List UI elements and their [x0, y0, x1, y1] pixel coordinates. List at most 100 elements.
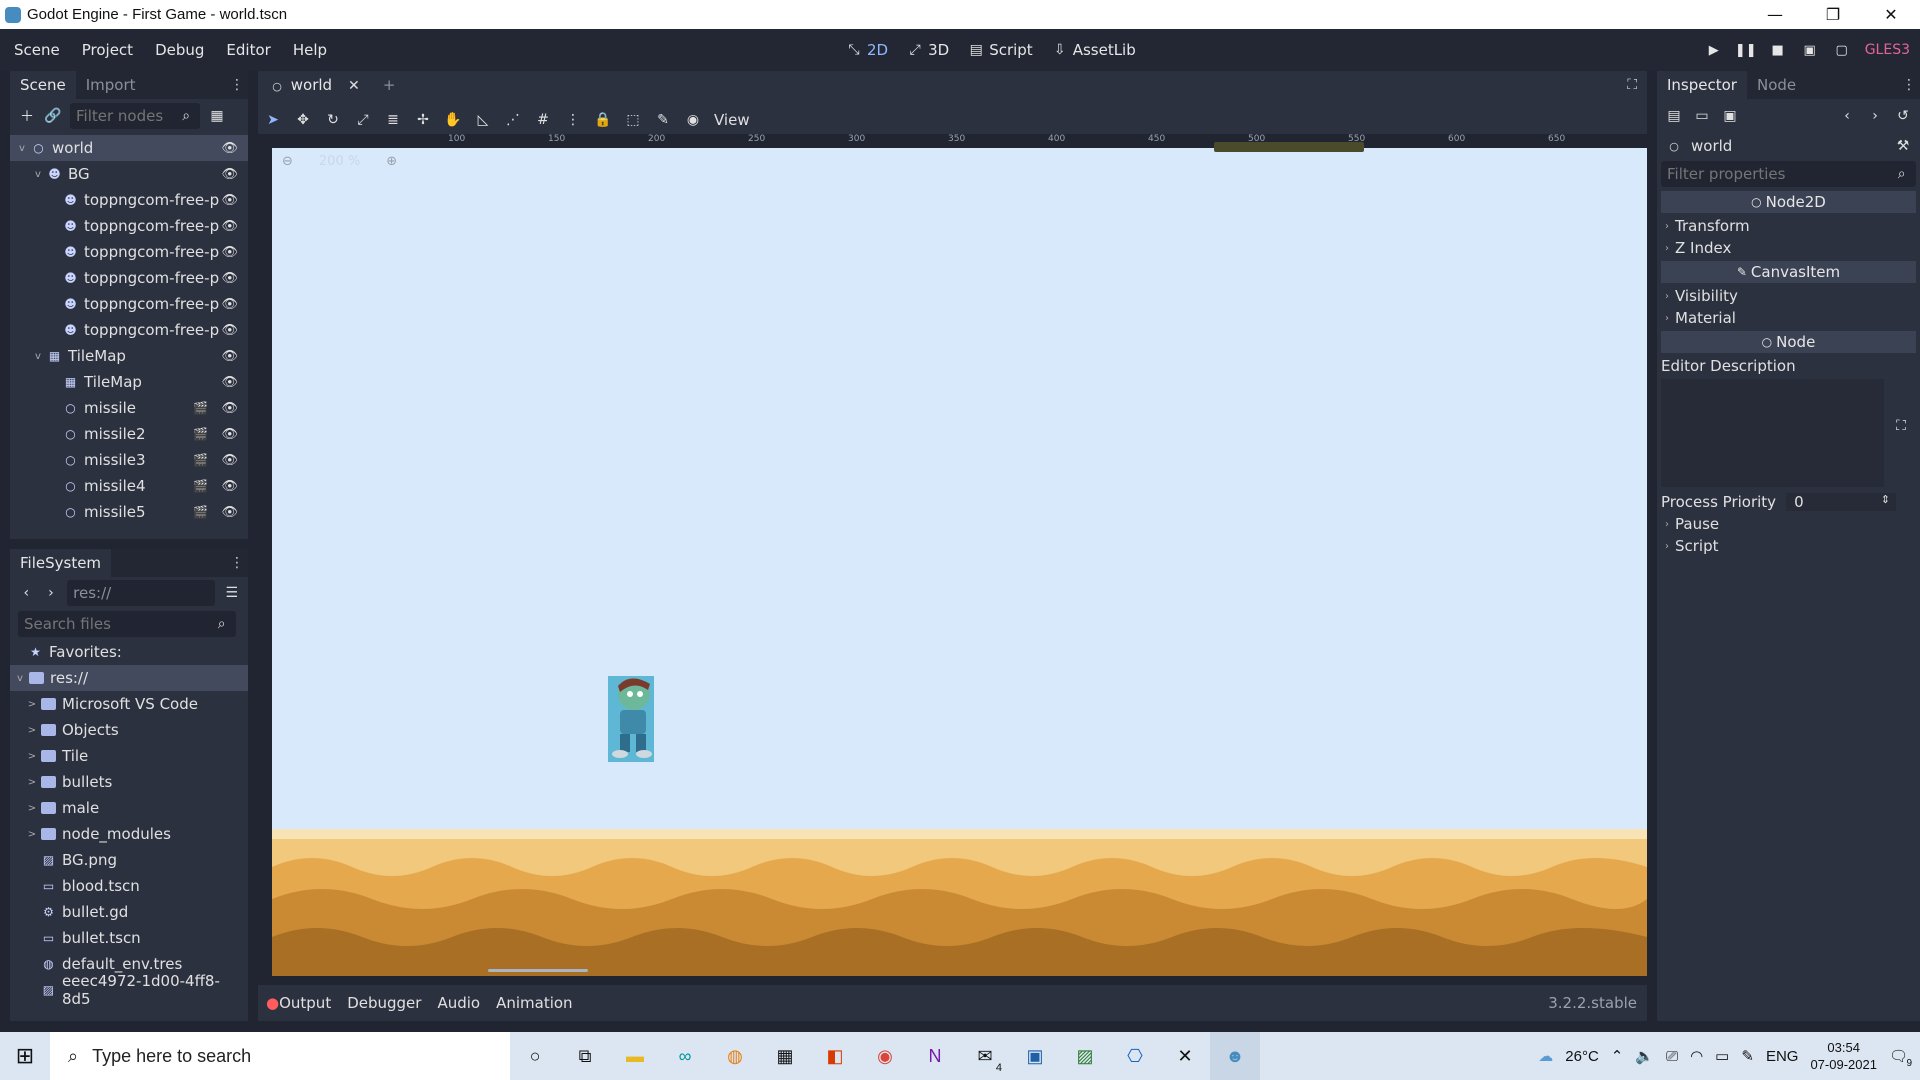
- camera-override-icon[interactable]: ◉: [684, 111, 702, 129]
- speaker-icon[interactable]: 🔈: [1635, 1047, 1654, 1065]
- tab-filesystem[interactable]: FileSystem: [10, 549, 112, 577]
- office-icon[interactable]: ◧: [810, 1032, 860, 1080]
- open-scene-icon[interactable]: 🎬: [193, 505, 208, 519]
- scene-node-world[interactable]: v ○ world 👁: [10, 135, 248, 161]
- save-resource-icon[interactable]: ▣: [1721, 107, 1739, 125]
- tab-world[interactable]: ○ world ✕: [258, 71, 373, 99]
- menu-debug[interactable]: Debug: [141, 41, 212, 59]
- zoom-level[interactable]: 200 %: [319, 154, 360, 169]
- visibility-eye-icon[interactable]: 👁: [221, 349, 238, 364]
- expand-arrow-icon[interactable]: v: [32, 351, 44, 362]
- file-item-microsoft-vs-code[interactable]: > Microsoft VS Code: [10, 691, 248, 717]
- visibility-eye-icon[interactable]: 👁: [221, 271, 238, 286]
- bone-icon[interactable]: ✎: [654, 111, 672, 129]
- pan-tool-icon[interactable]: ✋: [444, 111, 462, 129]
- expand-arrow-icon[interactable]: >: [26, 751, 38, 762]
- path-field[interactable]: res://: [67, 580, 216, 606]
- expand-icon[interactable]: ⛶: [1892, 417, 1910, 435]
- pause-icon[interactable]: ❚❚: [1735, 41, 1757, 59]
- weather-temp[interactable]: 26°C: [1565, 1048, 1599, 1065]
- battery-icon[interactable]: ▭: [1715, 1047, 1729, 1065]
- visibility-eye-icon[interactable]: 👁: [221, 193, 238, 208]
- search-files-field[interactable]: ⌕: [18, 611, 236, 637]
- cortana-icon[interactable]: ○: [510, 1032, 560, 1080]
- menu-help[interactable]: Help: [279, 41, 335, 59]
- tab-import[interactable]: Import: [76, 71, 146, 99]
- scene-node-missile5[interactable]: ○ missile5 🎬 👁: [10, 499, 248, 525]
- visibility-eye-icon[interactable]: 👁: [221, 141, 238, 156]
- notifications-icon[interactable]: 🗨 9: [1889, 1047, 1912, 1069]
- open-scene-icon[interactable]: 🎬: [193, 401, 208, 415]
- play-custom-scene-icon[interactable]: ▢: [1833, 41, 1851, 59]
- tab-node[interactable]: Node: [1747, 71, 1806, 99]
- group-transform[interactable]: › Transform: [1657, 215, 1920, 237]
- play-scene-icon[interactable]: ▣: [1801, 41, 1819, 59]
- expand-arrow-icon[interactable]: >: [26, 803, 38, 814]
- minimize-button[interactable]: —: [1746, 0, 1804, 29]
- attach-script-icon[interactable]: ▦: [208, 107, 226, 125]
- dock-menu-icon[interactable]: ⋮: [230, 555, 244, 571]
- scene-node-toppngcom-free-p[interactable]: ☻ toppngcom-free-p 👁: [10, 265, 248, 291]
- scene-node-tilemap[interactable]: v ▦ TileMap 👁: [10, 343, 248, 369]
- open-resource-icon[interactable]: ▭: [1693, 107, 1711, 125]
- file-item-objects[interactable]: > Objects: [10, 717, 248, 743]
- expand-arrow-icon[interactable]: v: [32, 169, 44, 180]
- workspace-2d-button[interactable]: ⤡ 2D: [845, 41, 888, 59]
- scene-node-toppngcom-free-p[interactable]: ☻ toppngcom-free-p 👁: [10, 187, 248, 213]
- favorites-item[interactable]: ★ Favorites:: [10, 639, 248, 665]
- section-canvasitem[interactable]: ✎ CanvasItem: [1661, 261, 1916, 283]
- new-resource-icon[interactable]: ▤: [1665, 107, 1683, 125]
- scene-node-toppngcom-free-p[interactable]: ☻ toppngcom-free-p 👁: [10, 213, 248, 239]
- scene-node-missile4[interactable]: ○ missile4 🎬 👁: [10, 473, 248, 499]
- close-button[interactable]: ✕: [1862, 0, 1920, 29]
- file-item-res-[interactable]: v res://: [10, 665, 248, 691]
- file-item-bullets[interactable]: > bullets: [10, 769, 248, 795]
- expand-arrow-icon[interactable]: >: [26, 699, 38, 710]
- filter-properties-field[interactable]: ⌕: [1661, 161, 1916, 187]
- image-viewer-icon[interactable]: ▨: [1060, 1032, 1110, 1080]
- filter-properties-input[interactable]: [1667, 165, 1894, 183]
- rotate-tool-icon[interactable]: ↻: [324, 111, 342, 129]
- scene-node-toppngcom-free-p[interactable]: ☻ toppngcom-free-p 👁: [10, 239, 248, 265]
- clock[interactable]: 03:54 07-09-2021: [1810, 1039, 1877, 1073]
- file-item-bullet-tscn[interactable]: ▭ bullet.tscn: [10, 925, 248, 951]
- filter-nodes-field[interactable]: ⌕: [70, 103, 200, 129]
- onenote-icon[interactable]: N: [910, 1032, 960, 1080]
- renderer-select[interactable]: GLES3: [1865, 42, 1910, 58]
- mail-icon[interactable]: ✉ 4: [960, 1032, 1010, 1080]
- taskbar-search[interactable]: ⌕ Type here to search: [50, 1032, 510, 1080]
- visibility-eye-icon[interactable]: 👁: [221, 245, 238, 260]
- scene-node-missile3[interactable]: ○ missile3 🎬 👁: [10, 447, 248, 473]
- x-app-icon[interactable]: ✕: [1160, 1032, 1210, 1080]
- tools-icon[interactable]: ⚒: [1894, 137, 1912, 155]
- expand-arrow-icon[interactable]: >: [26, 829, 38, 840]
- history-back-icon[interactable]: ‹: [1838, 107, 1856, 125]
- file-explorer-icon[interactable]: ▬: [610, 1032, 660, 1080]
- group-pause[interactable]: › Pause: [1657, 513, 1920, 535]
- view-menu[interactable]: View: [714, 111, 750, 129]
- visibility-eye-icon[interactable]: 👁: [221, 401, 238, 416]
- select-tool-icon[interactable]: ➤: [264, 111, 282, 129]
- tab-inspector[interactable]: Inspector: [1657, 71, 1747, 99]
- open-scene-icon[interactable]: 🎬: [193, 479, 208, 493]
- instance-scene-icon[interactable]: 🔗: [44, 107, 62, 125]
- move-tool-icon[interactable]: ✥: [294, 111, 312, 129]
- close-tab-icon[interactable]: ✕: [345, 77, 363, 95]
- player-sprite[interactable]: [608, 676, 654, 762]
- menu-scene[interactable]: Scene: [0, 41, 68, 59]
- editor-description-field[interactable]: [1661, 379, 1884, 487]
- stop-icon[interactable]: ■: [1769, 41, 1787, 59]
- dock-menu-icon[interactable]: ⋮: [230, 77, 244, 93]
- lock-icon[interactable]: 🔒: [594, 111, 612, 129]
- forward-icon[interactable]: ›: [43, 584, 60, 602]
- play-icon[interactable]: ▶: [1705, 41, 1723, 59]
- group-script[interactable]: › Script: [1657, 535, 1920, 557]
- store-icon[interactable]: ▦: [760, 1032, 810, 1080]
- network-tool-icon[interactable]: ⎔: [1110, 1032, 1160, 1080]
- distraction-free-icon[interactable]: ⛶: [1627, 77, 1637, 93]
- expand-arrow-icon[interactable]: v: [14, 673, 26, 684]
- visibility-eye-icon[interactable]: 👁: [221, 219, 238, 234]
- section-node2d[interactable]: ○ Node2D: [1661, 191, 1916, 213]
- snap-options-icon[interactable]: ⋮: [564, 111, 582, 129]
- pen-icon[interactable]: ✎: [1741, 1047, 1754, 1065]
